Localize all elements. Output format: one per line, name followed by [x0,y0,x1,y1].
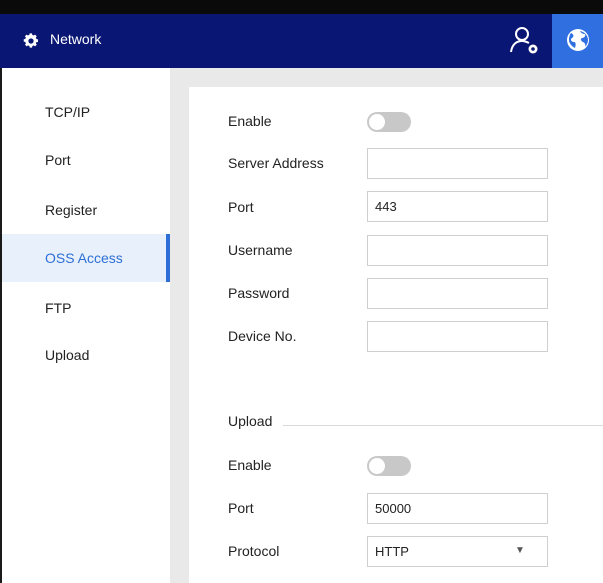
upload-enable-label: Enable [228,457,272,473]
sidebar-item-oss-access[interactable]: OSS Access [2,234,170,282]
page-title: Network [50,31,102,47]
top-strip [0,0,603,14]
device-no-label: Device No. [228,328,297,344]
enable-toggle[interactable] [367,112,411,132]
sidebar-item-tcpip[interactable]: TCP/IP [2,88,170,136]
section-divider [283,425,603,426]
user-settings-button[interactable] [498,14,552,68]
server-address-label: Server Address [228,155,324,171]
toggle-knob [369,458,385,474]
sidebar-item-ftp[interactable]: FTP [2,284,170,332]
toggle-knob [369,114,385,130]
user-settings-icon [510,27,538,54]
username-input[interactable] [367,235,548,266]
device-no-input[interactable] [367,321,548,352]
protocol-select[interactable]: HTTP ▼ [367,536,548,567]
enable-label: Enable [228,113,272,129]
upload-section-title: Upload [228,413,273,429]
sidebar-item-port[interactable]: Port [2,136,170,184]
header-bar: Network [0,14,603,68]
password-label: Password [228,285,290,301]
port-label: Port [228,199,254,215]
protocol-value: HTTP [375,544,409,559]
globe-icon [567,29,589,51]
chevron-down-icon: ▼ [515,545,525,556]
upload-port-input[interactable] [367,493,548,524]
username-label: Username [228,242,293,258]
protocol-label: Protocol [228,543,280,559]
sidebar-item-upload[interactable]: Upload [2,331,170,379]
port-input[interactable] [367,191,548,222]
sidebar: TCP/IP Port Register OSS Access FTP Uplo… [2,68,170,583]
sidebar-item-register[interactable]: Register [2,186,170,234]
password-input[interactable] [367,278,548,309]
server-address-input[interactable] [367,148,548,179]
upload-port-label: Port [228,500,254,516]
gear-icon [23,33,39,48]
globe-button[interactable] [552,14,603,68]
upload-enable-toggle[interactable] [367,456,411,476]
settings-panel: Enable Server Address Port Username Pass… [189,87,603,583]
